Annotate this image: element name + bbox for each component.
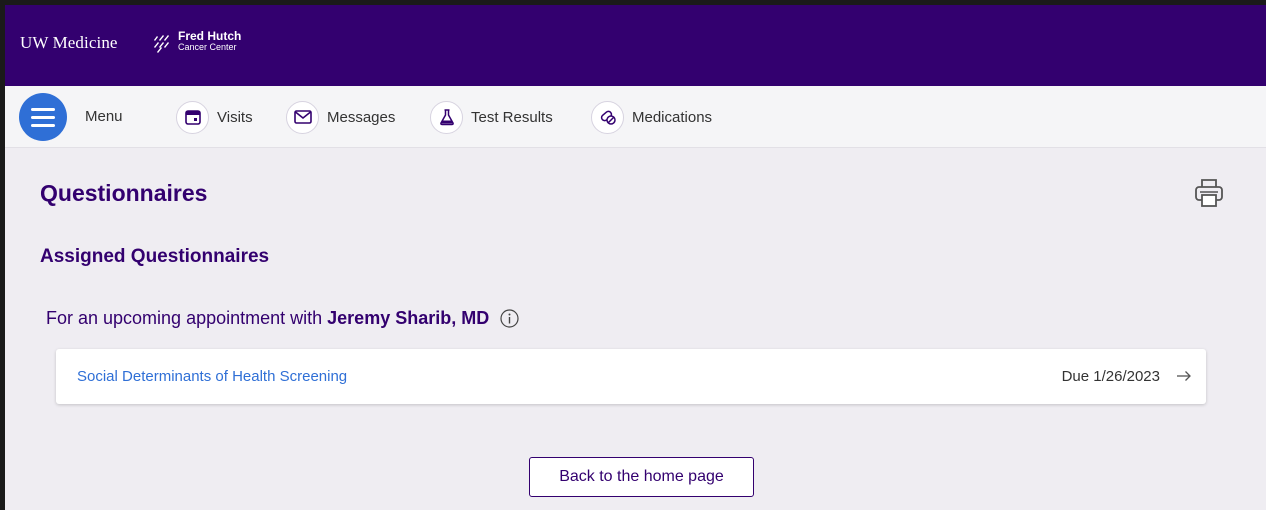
nav-label-visits: Visits — [217, 108, 253, 126]
page-title: Questionnaires — [40, 180, 208, 206]
nav-label-messages: Messages — [327, 108, 396, 126]
arrow-right-icon — [1177, 371, 1191, 381]
pills-icon — [591, 100, 624, 134]
fred-hutch-logo-text: Fred Hutch Cancer Center — [178, 30, 241, 52]
hamburger-menu-button[interactable] — [19, 93, 67, 141]
window-frame-top — [0, 0, 1266, 5]
appointment-description: For an upcoming appointment with Jeremy … — [46, 308, 520, 329]
back-to-home-button[interactable]: Back to the home page — [529, 457, 754, 497]
hamburger-bar — [31, 107, 55, 111]
nav-item-messages[interactable]: Messages — [286, 100, 395, 134]
uw-medicine-logo-text: UW Medicine — [20, 33, 118, 52]
nav-item-visits[interactable]: Visits — [176, 100, 253, 134]
fred-hutch-name: Fred Hutch — [178, 29, 242, 43]
provider-name: Jeremy Sharib, MD — [327, 308, 490, 328]
nav-label-medications: Medications — [632, 108, 713, 126]
section-title-assigned: Assigned Questionnaires — [40, 246, 270, 267]
nav-item-test-results[interactable]: Test Results — [430, 100, 553, 134]
nav-label-test-results: Test Results — [471, 108, 553, 126]
calendar-icon — [176, 100, 209, 134]
nav-item-medications[interactable]: Medications — [591, 100, 712, 134]
questionnaire-link[interactable]: Social Determinants of Health Screening — [77, 368, 347, 385]
menu-label[interactable]: Menu — [85, 108, 123, 125]
printer-icon[interactable] — [1192, 176, 1226, 210]
questionnaire-due-date: Due 1/26/2023 — [1061, 368, 1160, 385]
appointment-prefix: For an upcoming appointment with — [46, 308, 323, 328]
hamburger-bar — [31, 115, 55, 119]
questionnaire-card[interactable]: Social Determinants of Health Screening … — [56, 349, 1206, 404]
hamburger-bar — [31, 123, 55, 127]
fred-hutch-subtitle: Cancer Center — [178, 42, 237, 52]
flask-icon — [430, 100, 463, 134]
fred-hutch-logo-icon — [154, 35, 169, 53]
envelope-icon — [286, 100, 319, 134]
info-icon[interactable] — [499, 308, 520, 329]
window-frame-left — [0, 0, 5, 510]
